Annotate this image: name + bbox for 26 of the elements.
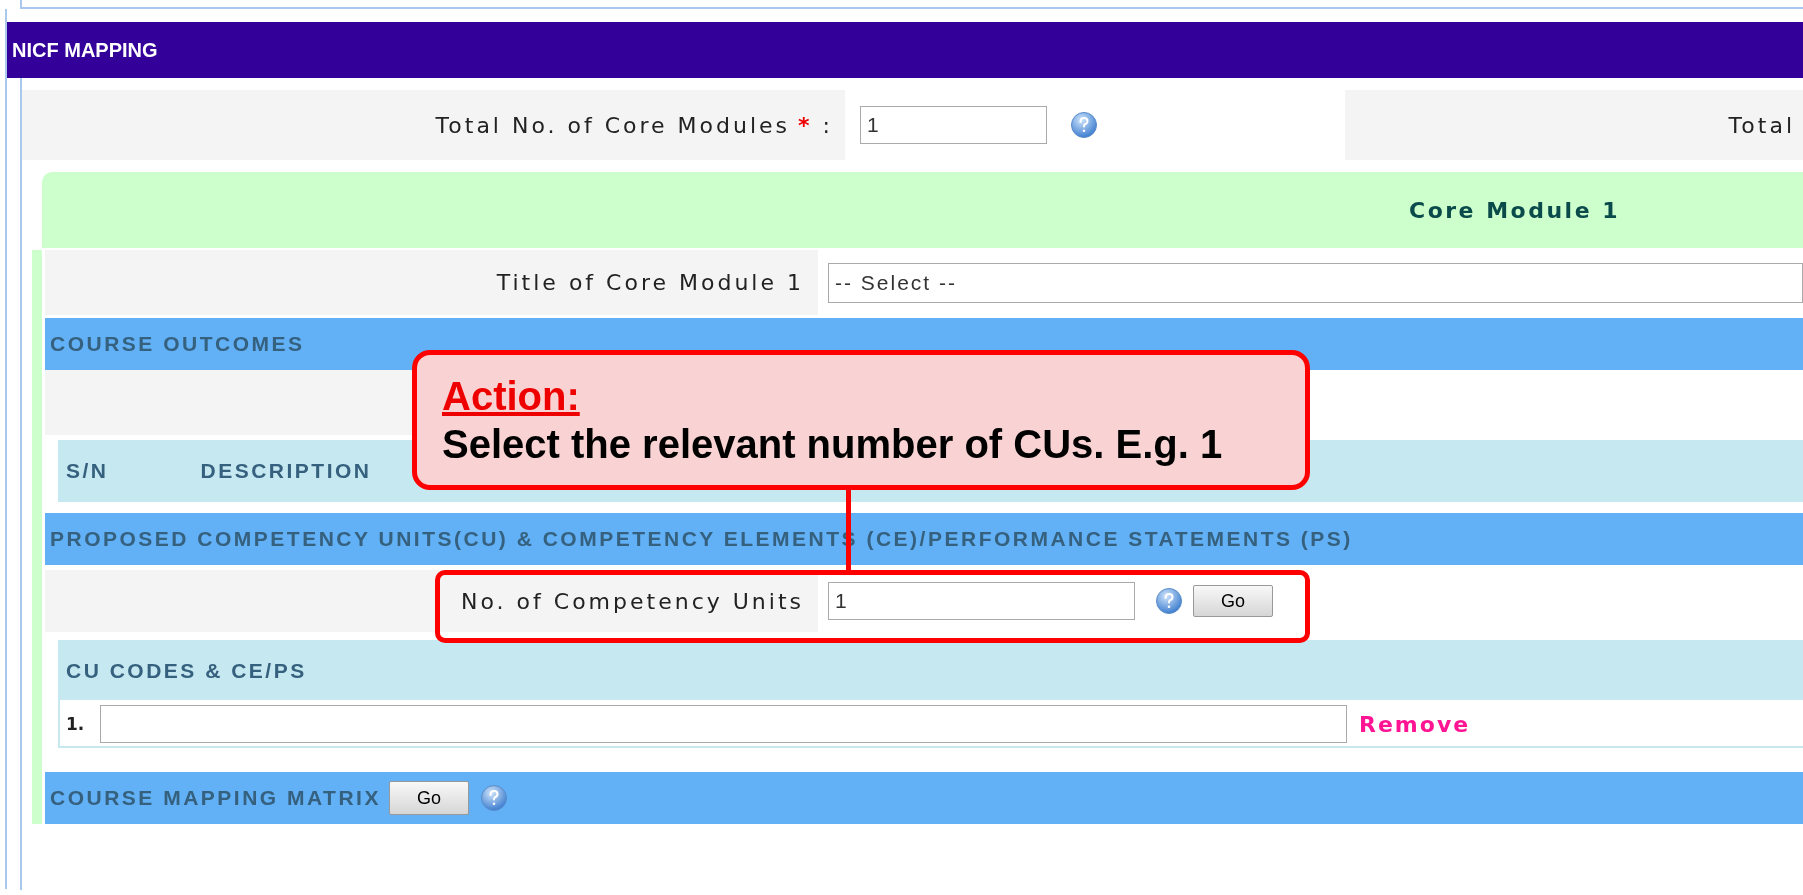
column-header: DESCRIPTION [200, 459, 372, 483]
title-select[interactable]: -- Select -- [828, 262, 1803, 303]
competency-units-field[interactable]: 1 [828, 582, 1135, 620]
cu-code-field[interactable] [100, 705, 1347, 743]
section-title: NICF MAPPING [11, 38, 158, 62]
required-mark: * [798, 112, 813, 138]
field-label: Total No. of Core Modules [435, 112, 791, 138]
go-button[interactable]: Go [388, 781, 469, 815]
colon: : [822, 112, 833, 138]
field-label: Title of Core Module 1 [496, 270, 804, 295]
callout-text: Select the relevant number of CUs. E.g. 1 [442, 421, 1223, 467]
remove-link[interactable]: Remove [1359, 711, 1471, 737]
section-heading: COURSE MAPPING MATRIX [49, 786, 381, 810]
field-label: Total [1728, 112, 1795, 138]
field-label: No. of Competency Units [461, 588, 804, 614]
help-icon[interactable] [479, 784, 508, 812]
callout-heading: Action: [442, 373, 580, 419]
help-icon[interactable] [1155, 587, 1183, 615]
module-title: Core Module 1 [1409, 197, 1621, 223]
core-modules-field[interactable]: 1 [860, 106, 1047, 144]
go-button[interactable]: Go [1193, 585, 1273, 617]
row-number: 1. [66, 714, 86, 734]
subsection-heading: CU CODES & CE/PS [65, 659, 307, 683]
help-icon[interactable] [1070, 111, 1098, 139]
section-heading: COURSE OUTCOMES [49, 332, 305, 356]
column-header: S/N [66, 459, 109, 483]
